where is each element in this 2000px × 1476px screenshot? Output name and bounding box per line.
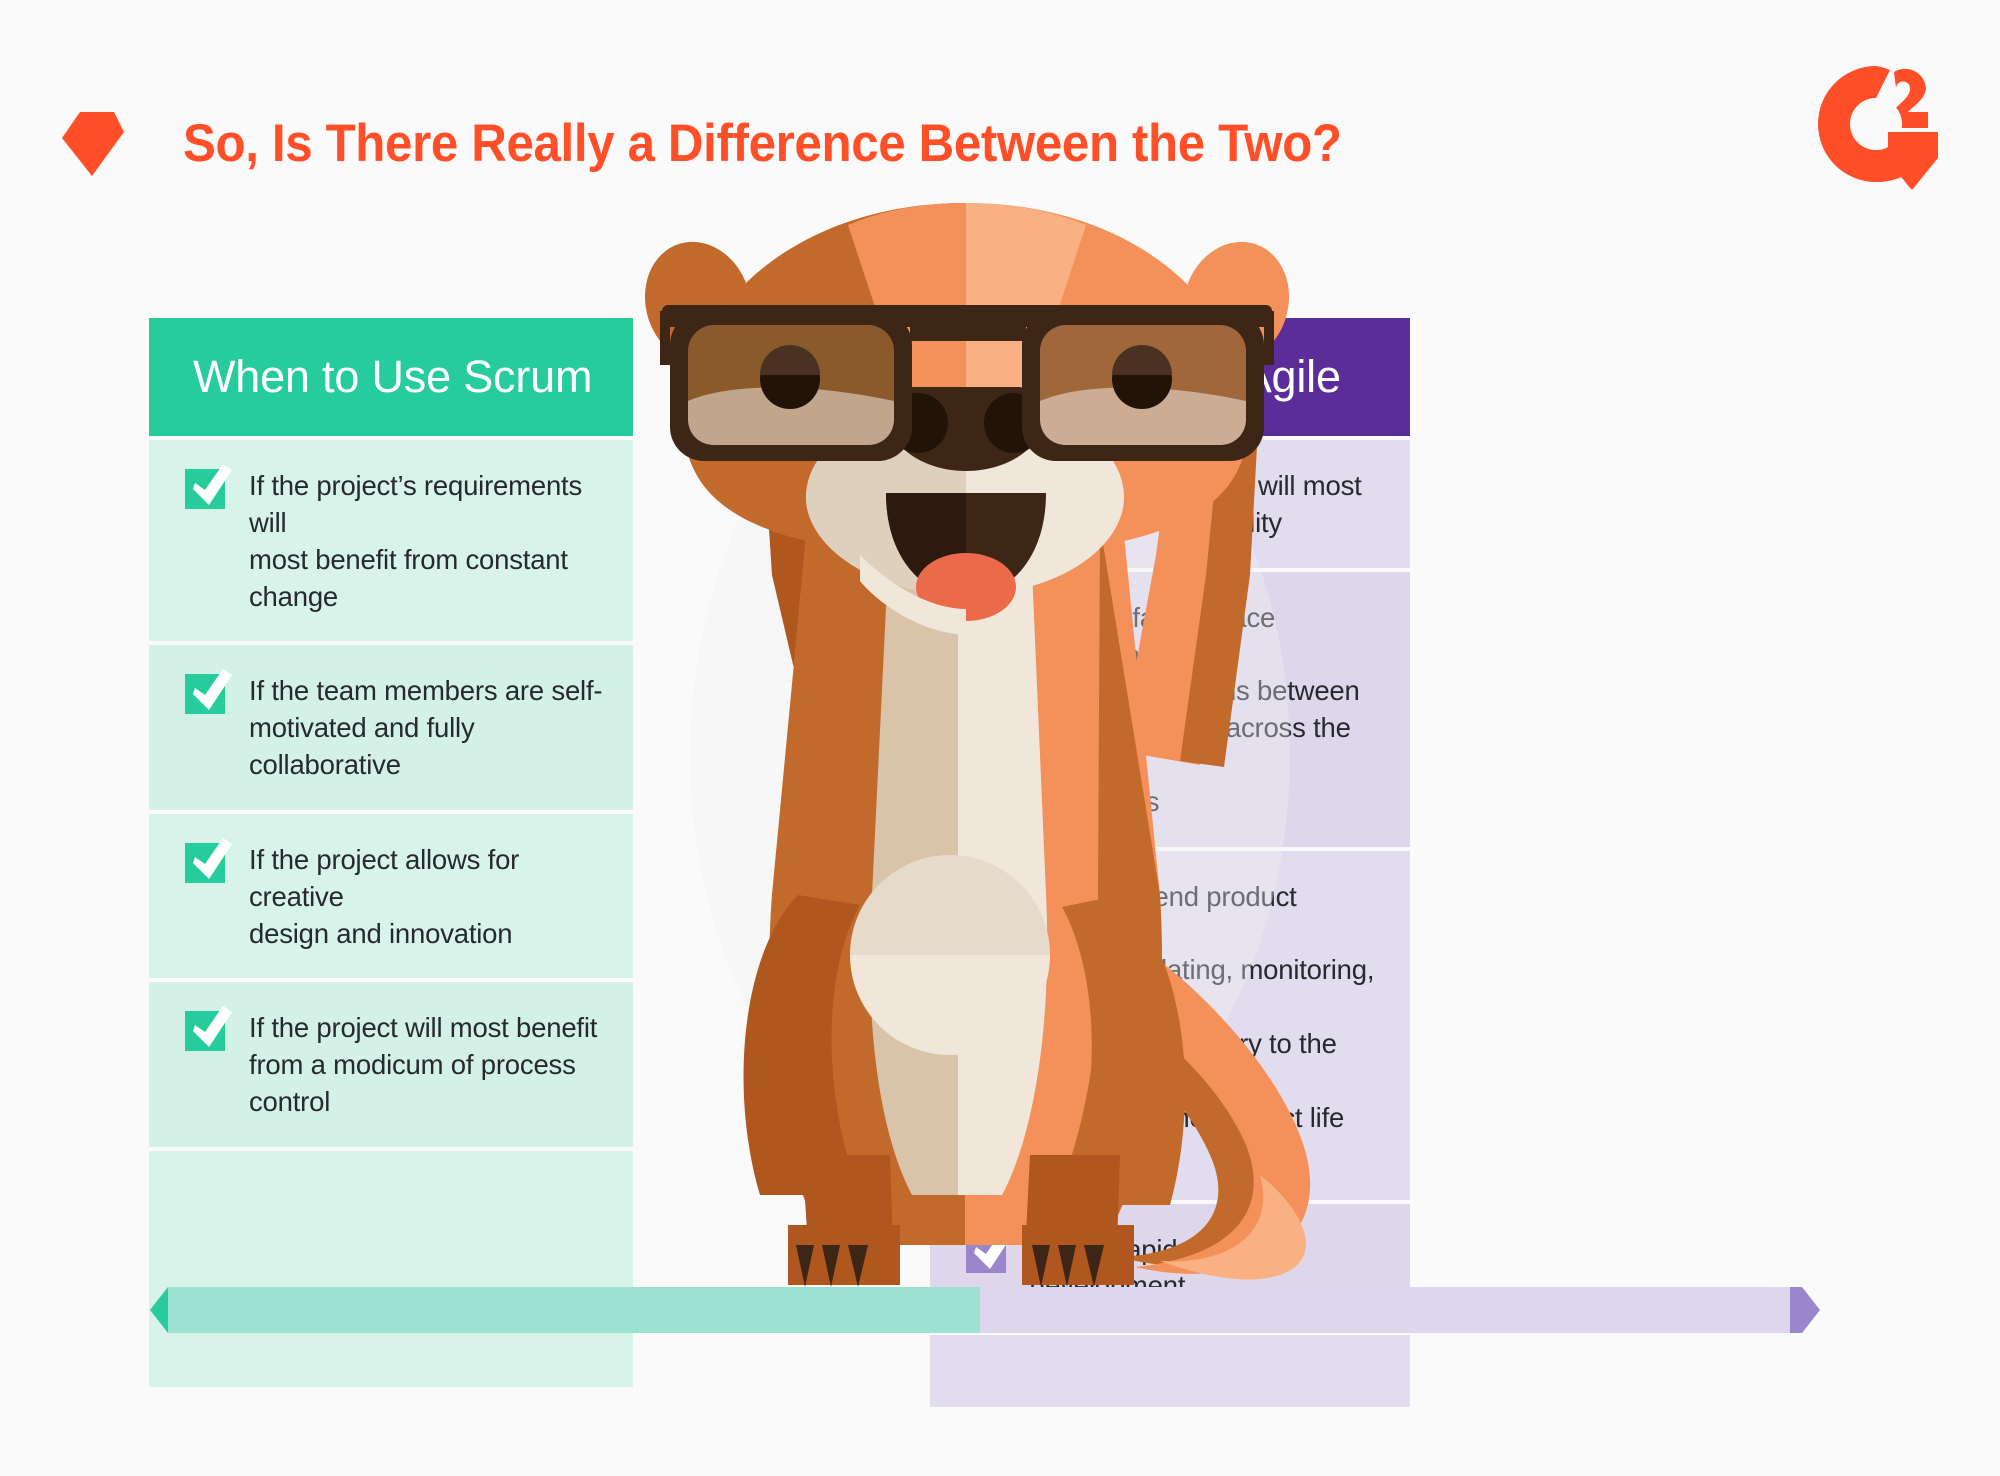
meerkat-mascot <box>560 195 1440 1300</box>
checkmark-icon <box>185 1006 232 1053</box>
checkmark-icon <box>185 669 232 716</box>
checkmark-icon <box>185 464 232 511</box>
infographic-canvas: So, Is There Really a Difference Between… <box>0 0 2000 1476</box>
panel-filler <box>930 1335 1410 1408</box>
chevron-right-icon <box>1790 1287 1820 1333</box>
g2-logo <box>1810 58 1942 190</box>
list-item-text: If the project allows for creative desig… <box>249 843 520 949</box>
list-item-text: If the project’s requirements will most … <box>249 470 583 612</box>
spectrum-bar <box>150 1287 1820 1333</box>
page-title: So, Is There Really a Difference Between… <box>183 114 1342 173</box>
checkmark-icon <box>185 837 232 885</box>
pennant-arrow-icon <box>62 108 124 176</box>
list-item-text: If the project will most benefit from a … <box>249 1012 598 1118</box>
list-item-text: If the team members are self- motivated … <box>249 675 603 781</box>
